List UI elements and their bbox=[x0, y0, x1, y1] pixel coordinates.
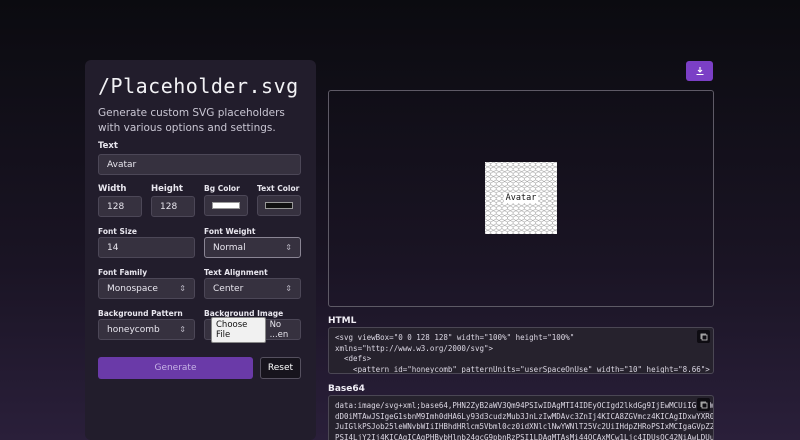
download-button[interactable] bbox=[686, 61, 713, 81]
text-label: Text bbox=[98, 141, 118, 151]
font-weight-label: Font Weight bbox=[204, 227, 256, 236]
placeholder-text: Avatar bbox=[485, 162, 557, 234]
chevron-updown-icon: ⇕ bbox=[179, 284, 186, 293]
bg-pattern-select[interactable]: honeycomb ⇕ bbox=[98, 319, 195, 340]
page-title: /Placeholder.svg bbox=[98, 74, 299, 98]
reset-button[interactable]: Reset bbox=[260, 357, 301, 379]
font-size-label: Font Size bbox=[98, 227, 137, 236]
chevron-updown-icon: ⇕ bbox=[179, 325, 186, 334]
height-label: Height bbox=[151, 184, 183, 194]
copy-icon bbox=[700, 333, 707, 340]
text-input[interactable]: Avatar bbox=[98, 154, 301, 175]
base64-code-block[interactable]: data:image/svg+xml;base64,PHN2ZyB2aWV3Qm… bbox=[328, 395, 714, 440]
chevron-updown-icon: ⇕ bbox=[285, 243, 292, 252]
text-color-swatch bbox=[265, 202, 293, 209]
settings-panel: /Placeholder.svg Generate custom SVG pla… bbox=[85, 60, 316, 440]
font-family-select[interactable]: Monospace ⇕ bbox=[98, 278, 195, 299]
text-color-label: Text Color bbox=[257, 184, 300, 193]
bg-pattern-value: honeycomb bbox=[107, 324, 160, 335]
width-label: Width bbox=[98, 184, 127, 194]
placeholder-label: Avatar bbox=[503, 193, 539, 203]
copy-base64-button[interactable] bbox=[697, 398, 710, 411]
bg-color-label: Bg Color bbox=[204, 184, 240, 193]
generate-button[interactable]: Generate bbox=[98, 357, 253, 379]
font-family-value: Monospace bbox=[107, 283, 158, 294]
bg-color-picker[interactable] bbox=[204, 195, 248, 216]
no-file-text: No ...en bbox=[269, 319, 289, 340]
base64-section-label: Base64 bbox=[328, 384, 365, 394]
bg-color-swatch bbox=[212, 202, 240, 209]
width-input[interactable]: 128 bbox=[98, 196, 142, 217]
text-color-picker[interactable] bbox=[257, 195, 301, 216]
height-input[interactable]: 128 bbox=[151, 196, 195, 217]
html-code-block[interactable]: <svg viewBox="0 0 128 128" width="100%" … bbox=[328, 327, 714, 374]
text-alignment-value: Center bbox=[213, 283, 244, 294]
download-icon bbox=[696, 67, 703, 76]
bg-pattern-label: Background Pattern bbox=[98, 309, 183, 318]
html-section-label: HTML bbox=[328, 316, 357, 326]
chevron-updown-icon: ⇕ bbox=[285, 284, 292, 293]
font-weight-value: Normal bbox=[213, 242, 246, 253]
font-weight-select[interactable]: Normal ⇕ bbox=[204, 237, 301, 258]
copy-html-button[interactable] bbox=[697, 330, 710, 343]
bg-image-file-input[interactable]: Choose File No ...en bbox=[204, 316, 301, 343]
text-alignment-select[interactable]: Center ⇕ bbox=[204, 278, 301, 299]
text-alignment-label: Text Alignment bbox=[204, 268, 268, 277]
page-subtitle: Generate custom SVG placeholders with va… bbox=[98, 107, 285, 134]
font-family-label: Font Family bbox=[98, 268, 148, 277]
copy-icon bbox=[700, 401, 707, 408]
font-size-input[interactable]: 14 bbox=[98, 237, 195, 258]
choose-file-button[interactable]: Choose File bbox=[211, 316, 266, 343]
